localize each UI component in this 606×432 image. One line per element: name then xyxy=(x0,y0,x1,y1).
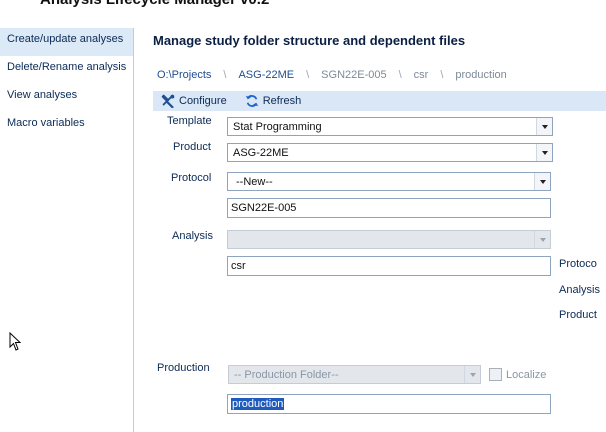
sidebar-item-delete-rename[interactable]: Delete/Rename analysis xyxy=(0,56,133,84)
analysis-select[interactable] xyxy=(227,230,551,249)
analysis-input-value: csr xyxy=(231,260,246,272)
template-value: Stat Programming xyxy=(233,120,322,133)
chevron-down-icon xyxy=(464,366,480,383)
localize-checkbox-group[interactable]: Localize xyxy=(489,368,546,381)
chevron-down-icon xyxy=(536,118,552,135)
production-input[interactable]: production xyxy=(227,394,551,414)
breadcrumb-production[interactable]: production xyxy=(455,69,506,81)
breadcrumb-product[interactable]: ASG-22ME xyxy=(238,69,294,81)
template-select[interactable]: Stat Programming xyxy=(227,117,553,136)
protocol-value: --New-- xyxy=(236,175,273,188)
page-title: Manage study folder structure and depend… xyxy=(153,33,466,48)
breadcrumb: O:\Projects \ ASG-22ME \ SGN22E-005 \ cs… xyxy=(157,69,507,81)
refresh-button[interactable]: Refresh xyxy=(245,94,302,108)
template-label: Template xyxy=(167,115,212,127)
protocol-input-value: SGN22E-005 xyxy=(231,202,297,214)
chevron-down-icon xyxy=(536,144,552,161)
analysis-label: Analysis xyxy=(172,230,213,242)
production-input-value: production xyxy=(231,398,285,410)
sidebar-item-create-update[interactable]: Create/update analyses xyxy=(0,28,133,56)
sidebar-item-view-analyses[interactable]: View analyses xyxy=(0,84,133,112)
side-label-protocol: Protoco xyxy=(559,258,597,270)
main-panel: Manage study folder structure and depend… xyxy=(135,28,606,432)
localize-label: Localize xyxy=(506,368,547,381)
mouse-pointer-icon xyxy=(9,332,22,351)
side-label-analysis: Analysis xyxy=(559,284,600,296)
production-label: Production xyxy=(157,362,210,374)
analysis-input[interactable]: csr xyxy=(227,256,551,276)
production-placeholder: -- Production Folder-- xyxy=(234,368,339,381)
breadcrumb-root[interactable]: O:\Projects xyxy=(157,69,211,81)
toolbar: Configure Refresh xyxy=(153,91,606,111)
production-select[interactable]: -- Production Folder-- xyxy=(228,365,481,384)
protocol-input[interactable]: SGN22E-005 xyxy=(227,198,551,218)
product-label: Product xyxy=(173,141,211,153)
localize-checkbox[interactable] xyxy=(489,368,502,381)
breadcrumb-separator: \ xyxy=(306,69,310,81)
refresh-label: Refresh xyxy=(262,95,302,107)
chevron-down-icon xyxy=(534,173,550,190)
refresh-icon xyxy=(245,95,258,107)
product-select[interactable]: ASG-22ME xyxy=(227,143,553,162)
sidebar: Create/update analyses Delete/Rename ana… xyxy=(0,28,134,432)
protocol-select[interactable]: --New-- xyxy=(227,172,551,191)
breadcrumb-analysis[interactable]: csr xyxy=(414,69,429,81)
side-label-product: Product xyxy=(559,309,597,321)
breadcrumb-separator: \ xyxy=(398,69,402,81)
tools-icon xyxy=(161,94,175,108)
breadcrumb-separator: \ xyxy=(223,69,227,81)
breadcrumb-separator: \ xyxy=(440,69,444,81)
product-value: ASG-22ME xyxy=(233,146,289,159)
breadcrumb-protocol[interactable]: SGN22E-005 xyxy=(321,69,386,81)
chevron-down-icon xyxy=(534,231,550,248)
app-title: Analysis Lifecycle Manager v0.2 xyxy=(40,0,269,8)
configure-label: Configure xyxy=(179,95,227,107)
sidebar-item-macro-variables[interactable]: Macro variables xyxy=(0,112,133,140)
configure-button[interactable]: Configure xyxy=(161,94,227,108)
protocol-label: Protocol xyxy=(171,172,212,184)
